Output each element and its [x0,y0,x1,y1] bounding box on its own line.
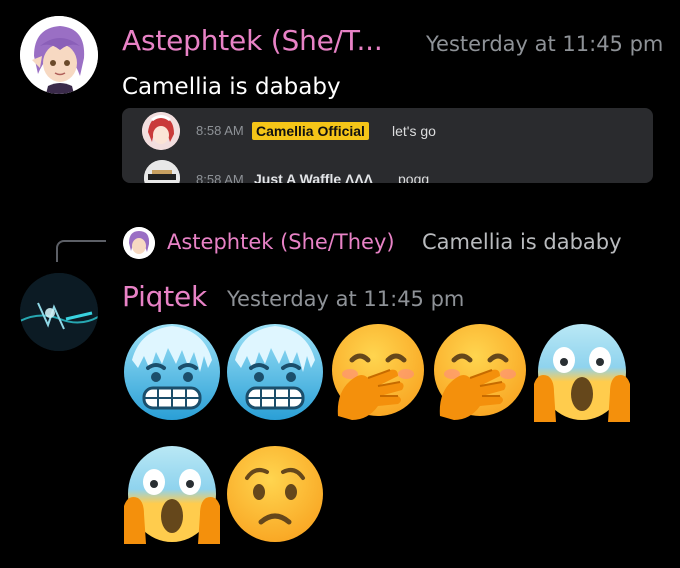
embed-message-text: let's go [392,123,436,139]
embed-author[interactable]: Just A Waffle ΛΛΛ [254,171,373,183]
embed-message-row[interactable]: 8:58 AM Just A Waffle ΛΛΛ pogg [122,158,653,183]
embed-message-row[interactable]: 8:58 AM Camellia Official let's go [122,110,653,150]
avatar-camellia [142,112,180,150]
anxious-face-icon [225,444,325,548]
avatar-waffle [144,160,180,183]
reply-connector-line [56,240,106,262]
face-with-hand-over-mouth-icon [430,322,530,426]
avatar-astephtek[interactable] [20,16,98,94]
message-timestamp: Yesterday at 11:45 pm [227,287,465,311]
face-with-hand-over-mouth-icon [328,322,428,426]
character-avatar-icon [142,112,180,150]
anime-character-avatar-icon [123,227,155,259]
message-username[interactable]: Piqtek [122,280,207,313]
cold-face-icon [122,322,222,426]
dark-scene-avatar-icon [20,273,98,351]
message-timestamp: Yesterday at 11:45 pm [426,32,664,56]
face-screaming-in-fear-icon [532,322,632,426]
avatar-piqtek[interactable] [20,273,98,351]
embed-time: 8:58 AM [196,172,244,183]
message-username[interactable]: Astephtek (She/T... [122,24,383,57]
embed-author-highlighted[interactable]: Camellia Official [252,122,369,140]
reply-avatar[interactable] [123,227,155,259]
cold-face-icon [225,322,325,426]
message-text: Camellia is dababy [122,74,341,100]
character-avatar-icon [144,160,180,183]
embed-time: 8:58 AM [196,123,244,138]
quoted-messages-embed[interactable]: 8:58 AM Camellia Official let's go 8:58 … [122,108,653,183]
anime-character-avatar-icon [20,16,98,94]
embed-message-text: pogg [398,171,430,183]
face-screaming-in-fear-icon [122,444,222,548]
reply-text[interactable]: Camellia is dababy [422,230,622,254]
reply-username[interactable]: Astephtek (She/They) [167,230,395,254]
